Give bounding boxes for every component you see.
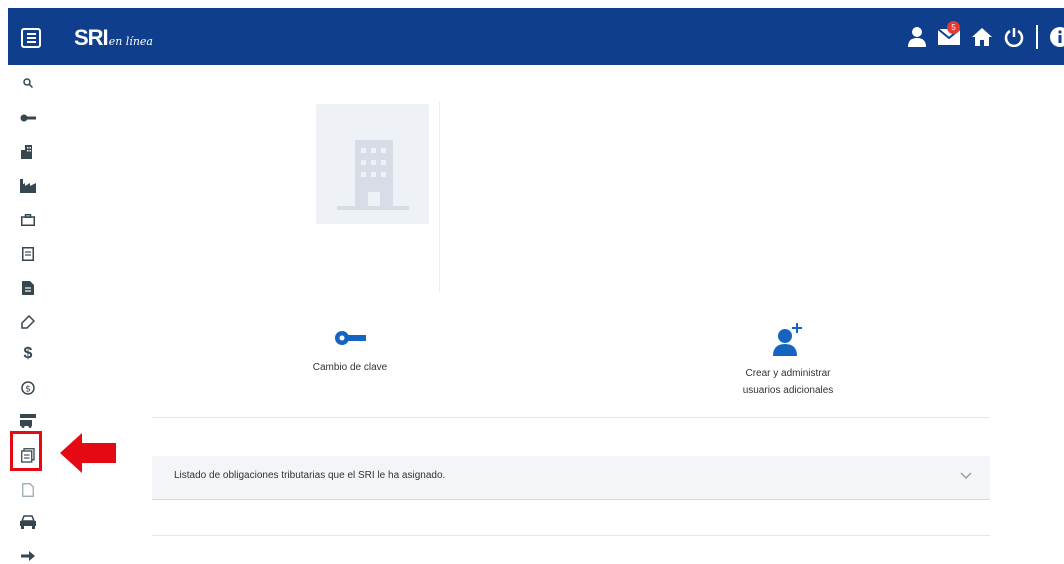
truck-icon[interactable] — [20, 413, 36, 429]
blank-doc-icon[interactable] — [20, 482, 36, 498]
suitcase-icon[interactable] — [20, 212, 36, 228]
arrow-right-icon[interactable] — [20, 548, 36, 564]
home-icon[interactable] — [972, 28, 992, 46]
document-icon[interactable] — [20, 246, 36, 262]
red-pointer-arrow-icon — [60, 433, 116, 473]
manage-users-action[interactable]: Crear y administrar usuarios adicionales — [698, 322, 878, 399]
accordion-title: Listado de obligaciones tributarias que … — [174, 470, 446, 481]
key-icon — [335, 331, 366, 345]
change-password-action[interactable]: Cambio de clave — [280, 330, 420, 376]
info-icon[interactable] — [1050, 27, 1064, 47]
search-icon[interactable] — [20, 75, 36, 91]
add-user-icon — [773, 323, 802, 356]
bottom-divider — [152, 535, 990, 536]
highlight-box — [10, 431, 42, 471]
company-logo-placeholder — [316, 104, 429, 224]
manage-users-label: Crear y administrar usuarios adicionales — [742, 368, 834, 396]
factory-icon[interactable] — [20, 178, 36, 194]
sri-logo[interactable]: SRIen línea — [74, 25, 153, 51]
section-divider — [152, 417, 990, 418]
hamburger-menu-icon[interactable] — [21, 28, 41, 48]
building-icon — [336, 140, 409, 210]
power-icon[interactable] — [1004, 27, 1024, 47]
dollar-icon[interactable]: $ — [20, 345, 36, 362]
top-navbar: SRIen línea 5 — [8, 8, 1064, 65]
notification-badge: 5 — [947, 21, 960, 34]
logo-sub-text: en línea — [108, 35, 153, 48]
key-icon[interactable] — [20, 110, 36, 126]
buildings-icon[interactable] — [20, 144, 36, 160]
logo-main-text: SRI — [74, 25, 109, 50]
navbar-divider — [1036, 25, 1038, 49]
chevron-down-icon[interactable] — [960, 472, 972, 480]
tax-obligations-accordion[interactable]: Listado de obligaciones tributarias que … — [152, 456, 990, 500]
user-icon[interactable] — [908, 27, 926, 47]
sidebar: $ $ — [8, 65, 48, 563]
car-icon[interactable] — [20, 514, 36, 530]
document-filled-icon[interactable] — [20, 280, 36, 296]
coin-icon[interactable]: $ — [20, 380, 36, 396]
divider-line — [439, 102, 440, 292]
change-password-label: Cambio de clave — [312, 362, 388, 373]
svg-text:$: $ — [25, 385, 31, 395]
mail-icon[interactable]: 5 — [938, 21, 960, 45]
tag-icon[interactable] — [20, 314, 36, 330]
